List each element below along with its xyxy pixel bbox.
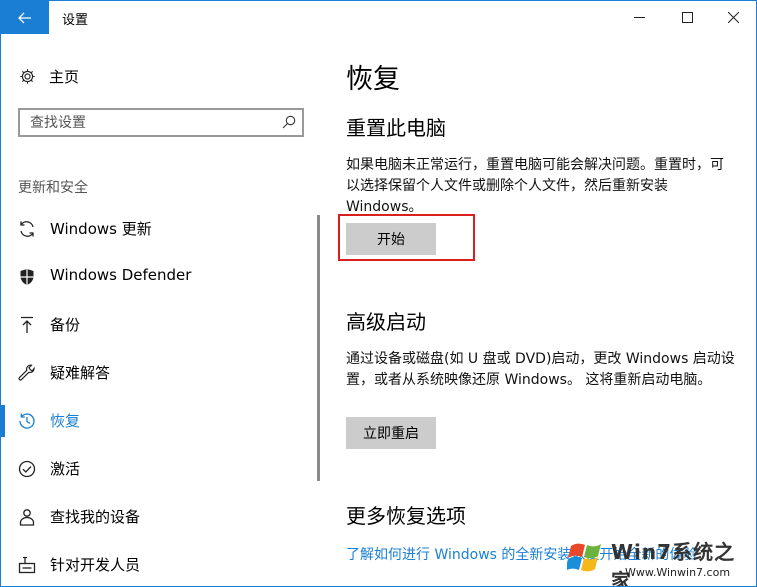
back-button[interactable] bbox=[1, 1, 49, 34]
restart-now-button[interactable]: 立即重启 bbox=[346, 417, 436, 449]
minimize-icon bbox=[633, 17, 645, 18]
sidebar-nav: Windows 更新 Windows Defender 备份 疑难解答 恢复 激… bbox=[1, 205, 311, 586]
advanced-startup-heading: 高级启动 bbox=[346, 310, 426, 334]
close-icon bbox=[727, 12, 739, 23]
sidebar-item-find-my-device[interactable]: 查找我的设备 bbox=[1, 493, 311, 541]
active-indicator bbox=[1, 405, 5, 437]
settings-window: 设置 主页 更新和安全 bbox=[0, 0, 757, 587]
gear-icon bbox=[18, 67, 36, 85]
reset-start-button[interactable]: 开始 bbox=[346, 223, 436, 255]
window-title: 设置 bbox=[62, 13, 89, 28]
back-arrow-icon bbox=[18, 12, 31, 23]
watermark-text: Win7系统之家 bbox=[611, 540, 736, 587]
sidebar-item-troubleshoot[interactable]: 疑难解答 bbox=[1, 349, 311, 397]
shield-icon bbox=[18, 267, 36, 287]
maximize-icon bbox=[681, 12, 693, 23]
check-circle-icon bbox=[18, 459, 36, 479]
reset-heading: 重置此电脑 bbox=[346, 116, 446, 140]
sidebar-item-label: 备份 bbox=[50, 316, 81, 334]
home-link[interactable]: 主页 bbox=[18, 66, 79, 86]
sidebar-item-for-developers[interactable]: 针对开发人员 bbox=[1, 541, 311, 586]
search-input[interactable] bbox=[20, 110, 270, 135]
advanced-startup-description: 通过设备或磁盘(如 U 盘或 DVD)启动，更改 Windows 启动设置，或者… bbox=[346, 351, 735, 388]
sidebar-item-label: 疑难解答 bbox=[50, 364, 111, 382]
minimize-button[interactable] bbox=[616, 1, 662, 34]
watermark-url: Www.Winwin7.com bbox=[625, 566, 731, 579]
site-watermark: Win7系统之家 Www.Winwin7.com bbox=[567, 534, 755, 587]
backup-arrow-icon bbox=[18, 315, 36, 335]
wrench-icon bbox=[18, 363, 36, 383]
sidebar-item-activation[interactable]: 激活 bbox=[1, 445, 311, 493]
close-button[interactable] bbox=[710, 1, 756, 34]
sidebar-scrollbar[interactable] bbox=[317, 215, 320, 481]
sidebar-item-label: Windows 更新 bbox=[50, 220, 152, 238]
sync-icon bbox=[18, 219, 36, 239]
history-icon bbox=[18, 411, 36, 431]
sidebar-item-recovery[interactable]: 恢复 bbox=[1, 397, 311, 445]
sidebar-item-label: Windows Defender bbox=[50, 266, 192, 284]
sidebar-item-label: 激活 bbox=[50, 460, 81, 478]
page-title: 恢复 bbox=[346, 64, 400, 95]
maximize-button[interactable] bbox=[664, 1, 710, 34]
sidebar-item-label: 针对开发人员 bbox=[50, 556, 141, 574]
home-label: 主页 bbox=[49, 67, 80, 86]
reset-description: 如果电脑未正常运行，重置电脑可能会解决问题。重置时，可以选择保留个人文件或删除个… bbox=[346, 157, 724, 215]
section-label: 更新和安全 bbox=[18, 180, 88, 196]
more-options-heading: 更多恢复选项 bbox=[346, 504, 466, 528]
sidebar-item-windows-defender[interactable]: Windows Defender bbox=[1, 253, 311, 301]
sidebar-item-windows-update[interactable]: Windows 更新 bbox=[1, 205, 311, 253]
developer-icon bbox=[18, 555, 36, 575]
sidebar-item-label: 查找我的设备 bbox=[50, 508, 141, 526]
title-bar: 设置 bbox=[1, 1, 756, 34]
person-location-icon bbox=[18, 507, 36, 527]
search-box bbox=[18, 108, 304, 137]
sidebar-item-label: 恢复 bbox=[50, 412, 81, 430]
windows-logo-icon bbox=[567, 543, 601, 572]
search-icon[interactable] bbox=[282, 115, 296, 129]
sidebar-item-backup[interactable]: 备份 bbox=[1, 301, 311, 349]
